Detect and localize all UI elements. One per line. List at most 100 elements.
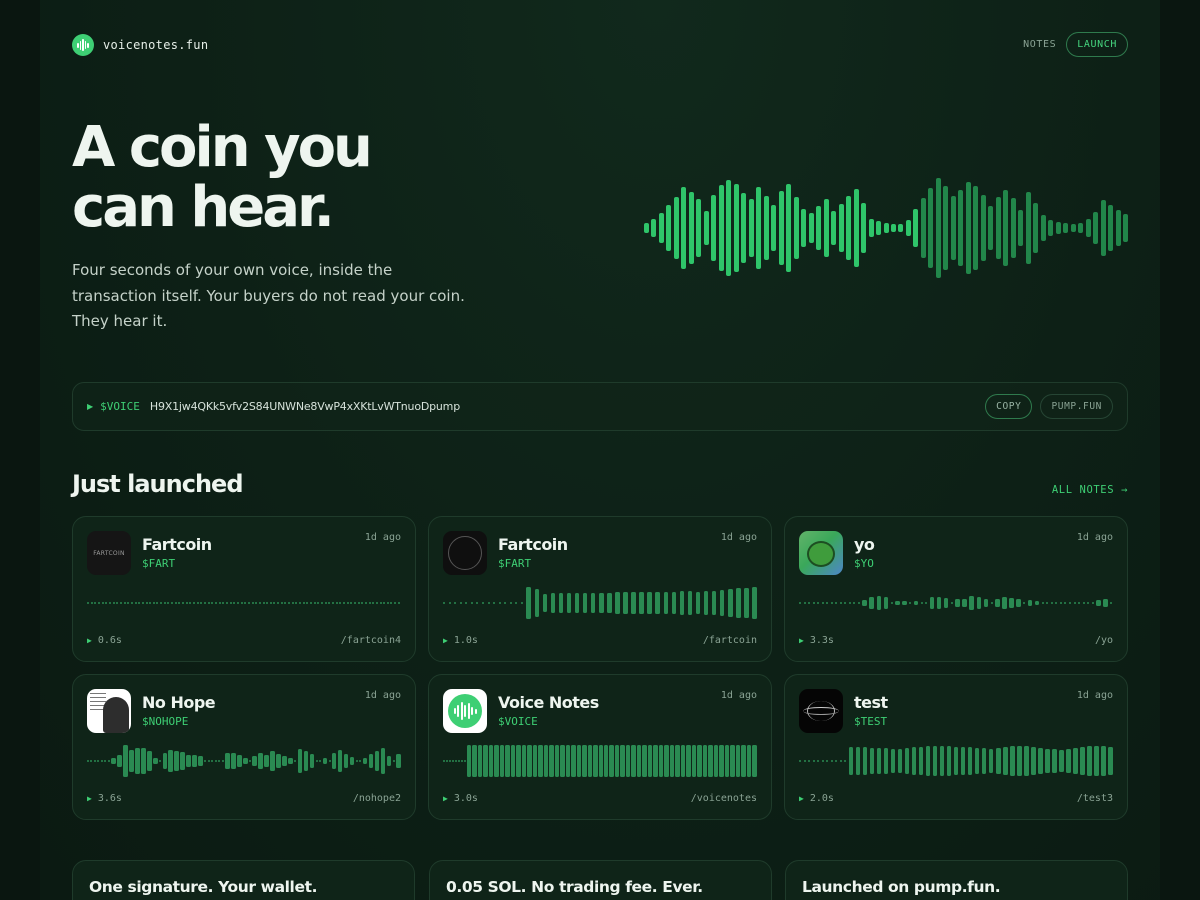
play-icon[interactable]: ▶	[799, 794, 804, 803]
waveform-bar	[192, 754, 197, 768]
coin-slug[interactable]: /test3	[1077, 793, 1113, 804]
all-notes-link[interactable]: ALL NOTES →	[1052, 484, 1128, 496]
waveform-bar	[240, 602, 243, 604]
waveform-bar	[269, 602, 272, 604]
launch-button[interactable]: LAUNCH	[1066, 32, 1128, 57]
coin-ticker: $FART	[498, 557, 532, 570]
waveform-bar	[711, 195, 717, 261]
waveform-bar	[231, 753, 236, 769]
waveform-bar	[644, 223, 649, 233]
waveform-bar	[317, 602, 320, 604]
play-duration[interactable]: ▶ 1.0s	[443, 635, 478, 646]
waveform-bar	[90, 760, 93, 762]
feature-card: Launched on pump.fun.	[785, 860, 1128, 900]
waveform-bar	[587, 745, 593, 777]
launch-time: 1d ago	[364, 532, 401, 543]
copy-button[interactable]: COPY	[985, 394, 1033, 419]
coin-slug[interactable]: /yo	[1095, 635, 1113, 646]
waveform-bar	[1078, 602, 1081, 604]
waveform-bar	[543, 745, 549, 777]
waveform-bar	[1003, 746, 1008, 776]
waveform-bar	[902, 601, 907, 605]
waveform-bar	[258, 602, 261, 604]
waveform-bar	[988, 206, 994, 250]
waveform-bar	[695, 591, 701, 615]
waveform-bar	[264, 754, 269, 768]
play-duration[interactable]: ▶ 2.0s	[799, 793, 834, 804]
note-card[interactable]: Voice Notes $VOICE 1d ago ▶ 3.0s /voiceno…	[428, 674, 772, 820]
note-card[interactable]: test $TEST 1d ago ▶ 2.0s /test3	[784, 674, 1128, 820]
play-icon[interactable]: ▶	[87, 794, 92, 803]
waveform-bar	[855, 746, 861, 776]
waveform-bar	[470, 602, 473, 604]
note-card[interactable]: FARTCOIN Fartcoin $FART 1d ago ▶ 0.6s /fa…	[72, 516, 416, 662]
hero-title-line1: A coin you	[72, 115, 373, 180]
waveform-bar	[505, 745, 510, 777]
duration-text: 1.0s	[453, 635, 478, 646]
coin-avatar	[799, 531, 843, 575]
waveform-bar	[129, 749, 134, 773]
waveform-bar	[1115, 210, 1121, 246]
play-duration[interactable]: ▶ 3.6s	[87, 793, 122, 804]
waveform-bar	[207, 760, 210, 762]
waveform-bar	[625, 745, 631, 777]
play-duration[interactable]: ▶ 3.0s	[443, 793, 478, 804]
waveform-bar	[252, 756, 257, 766]
coin-slug[interactable]: /fartcoin4	[341, 635, 401, 646]
coin-slug[interactable]: /fartcoin	[703, 635, 757, 646]
waveform-bar	[1027, 600, 1033, 606]
nav-notes-link[interactable]: NOTES	[1023, 39, 1056, 50]
play-icon[interactable]: ▶	[443, 794, 448, 803]
waveform-bar	[808, 213, 814, 243]
waveform-bar	[576, 745, 582, 777]
waveform-bar	[251, 602, 254, 604]
play-icon[interactable]: ▶	[87, 636, 92, 645]
waveform-bar	[967, 747, 973, 775]
contract-actions: COPY PUMP.FUN	[985, 394, 1113, 419]
waveform-bar	[100, 760, 103, 762]
play-icon[interactable]: ▶	[799, 636, 804, 645]
waveform-bar	[808, 760, 811, 762]
waveform-bar	[741, 745, 746, 777]
logo[interactable]: voicenotes.fun	[72, 34, 208, 56]
waveform-bar	[108, 602, 111, 604]
waveform-bar	[306, 602, 309, 604]
waveform-bar	[214, 760, 217, 762]
waveform-bar	[898, 224, 904, 232]
waveform-bar	[342, 602, 345, 604]
coin-slug[interactable]: /nohope2	[353, 793, 401, 804]
waveform-bar	[130, 602, 133, 604]
coin-name: No Hope	[142, 693, 216, 712]
waveform-bar	[973, 186, 979, 270]
duration-text: 0.6s	[97, 635, 122, 646]
coin-ticker: $FART	[142, 557, 176, 570]
play-icon[interactable]: ▶	[443, 636, 448, 645]
waveform-bar	[493, 602, 496, 604]
waveform-bar	[675, 745, 680, 777]
waveform-bar	[1055, 602, 1058, 604]
note-card[interactable]: yo $YO 1d ago ▶ 3.3s /yo	[784, 516, 1128, 662]
play-icon[interactable]: ▶	[87, 402, 93, 411]
feature-card: 0.05 SOL. No trading fee. Ever.	[429, 860, 772, 900]
play-duration[interactable]: ▶ 3.3s	[799, 635, 834, 646]
contract-bar: ▶ $VOICE H9X1jw4QKk5vfv2S84UNWNe8VwP4xXK…	[72, 382, 1128, 431]
waveform-bar	[943, 186, 949, 270]
note-card[interactable]: Fartcoin $FART 1d ago ▶ 1.0s /fartcoin	[428, 516, 772, 662]
coin-avatar	[799, 689, 843, 733]
coin-slug[interactable]: /voicenotes	[691, 793, 757, 804]
waveform-bar	[149, 602, 152, 604]
waveform-bar	[848, 746, 854, 776]
waveform-bar	[609, 745, 614, 777]
pumpfun-button[interactable]: PUMP.FUN	[1040, 394, 1113, 419]
feature-title: Launched on pump.fun.	[802, 878, 1001, 896]
waveform-bar	[752, 745, 757, 777]
note-card[interactable]: No Hope $NOHOPE 1d ago ▶ 3.6s /nohope2	[72, 674, 416, 820]
waveform-bar	[445, 760, 448, 762]
waveform-bar	[1059, 602, 1062, 604]
waveform-bar	[328, 602, 331, 604]
waveform-bar	[980, 195, 986, 261]
play-duration[interactable]: ▶ 0.6s	[87, 635, 122, 646]
waveform-bar	[890, 748, 896, 774]
waveform-bar	[527, 745, 532, 777]
waveform-bar	[141, 748, 146, 774]
